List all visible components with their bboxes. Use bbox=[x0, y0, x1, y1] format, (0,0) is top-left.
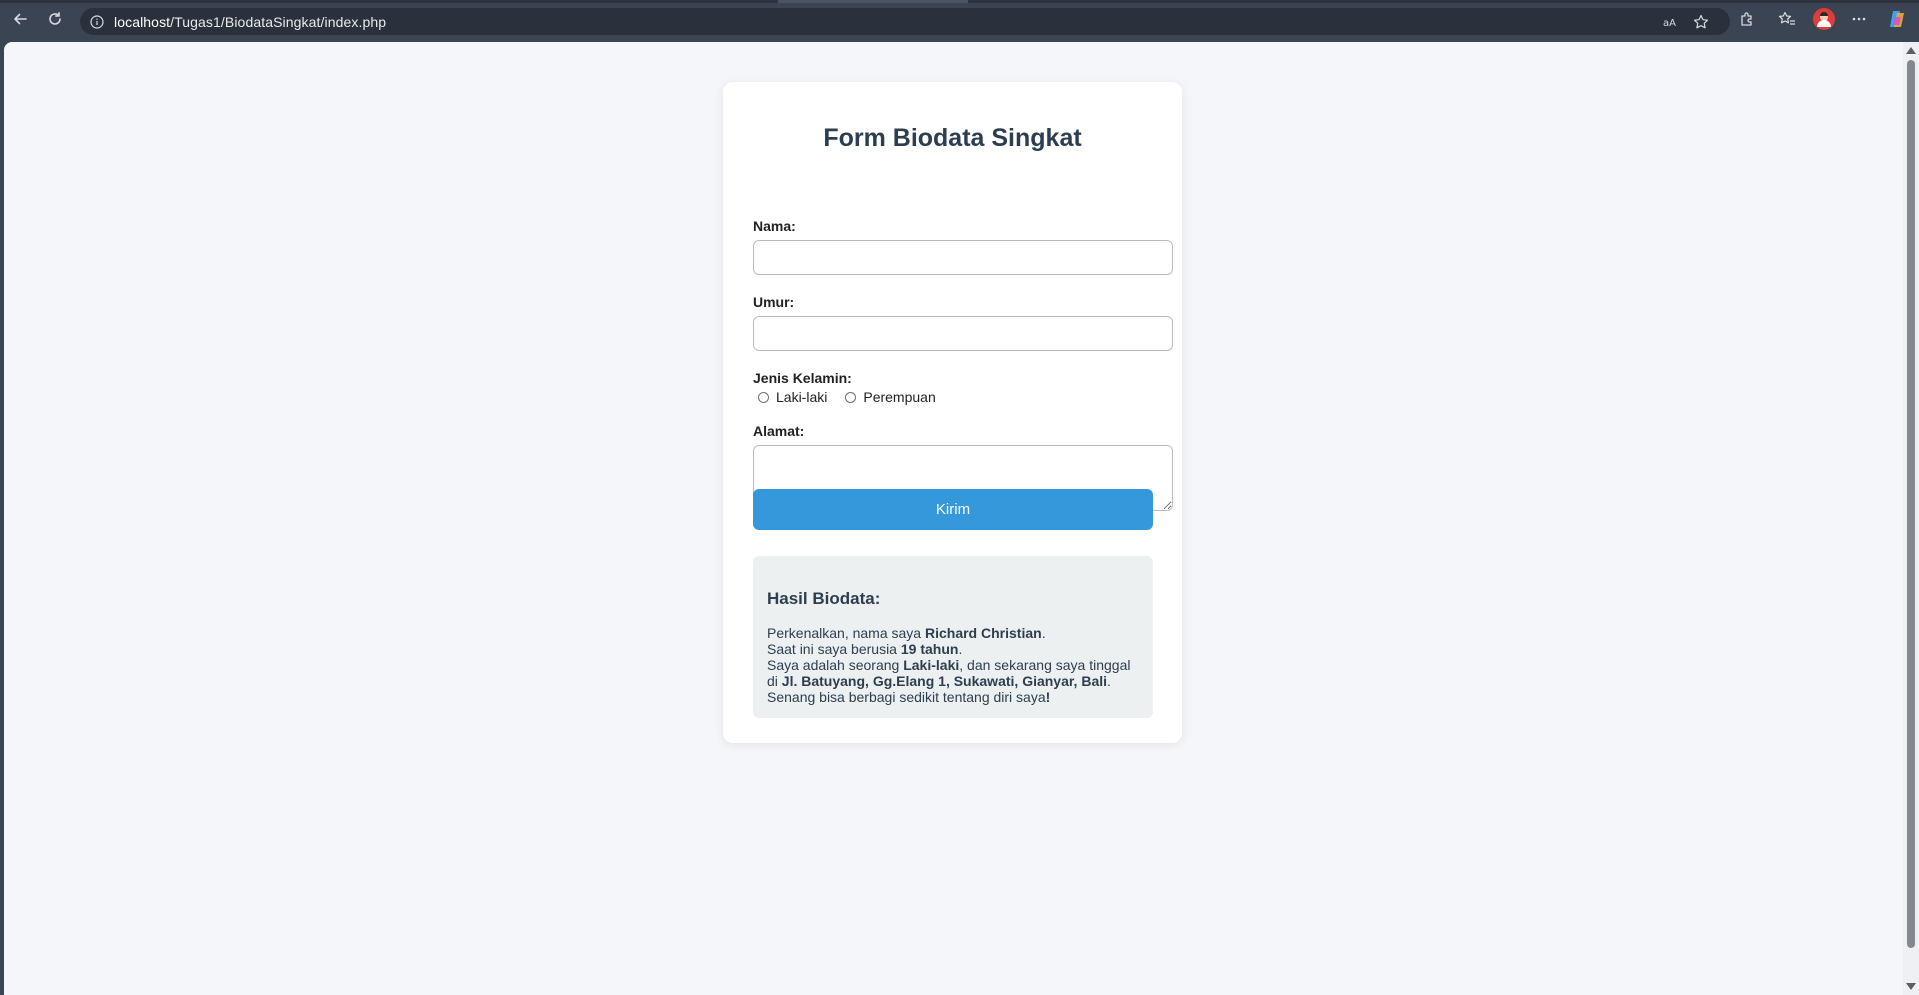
result-closing: Senang bisa berbagi sedikit tentang diri… bbox=[767, 689, 1046, 705]
radio-perempuan[interactable]: Perempuan bbox=[845, 389, 936, 405]
result-gender-prefix: Saya adalah seorang bbox=[767, 657, 904, 673]
result-box: Hasil Biodata: Perkenalkan, nama saya Ri… bbox=[753, 556, 1153, 718]
svg-text:aA: aA bbox=[1663, 18, 1676, 29]
browser-toolbar: localhost/Tugas1/BiodataSingkat/index.ph… bbox=[0, 0, 1919, 42]
result-period: . bbox=[1107, 673, 1111, 689]
kirim-button[interactable]: Kirim bbox=[753, 489, 1153, 530]
back-arrow-icon bbox=[12, 11, 28, 32]
scrollbar-thumb[interactable] bbox=[1907, 60, 1915, 948]
url-path: /Tugas1/BiodataSingkat/index.php bbox=[170, 14, 387, 30]
copilot-button[interactable] bbox=[1884, 8, 1910, 34]
radio-button[interactable] bbox=[758, 391, 769, 403]
profile-button[interactable] bbox=[1811, 7, 1837, 35]
nama-input[interactable] bbox=[753, 240, 1173, 275]
jenis-kelamin-label: Jenis Kelamin: bbox=[753, 370, 852, 386]
extensions-button[interactable] bbox=[1734, 8, 1760, 34]
copilot-icon bbox=[1887, 9, 1907, 34]
avatar bbox=[1813, 7, 1835, 35]
umur-label: Umur: bbox=[753, 294, 795, 310]
result-title: Hasil Biodata: bbox=[767, 589, 881, 608]
reload-icon bbox=[47, 11, 63, 32]
result-closing-mark: ! bbox=[1045, 689, 1051, 705]
scroll-up-arrow-icon[interactable] bbox=[1906, 47, 1916, 54]
url-text[interactable]: localhost/Tugas1/BiodataSingkat/index.ph… bbox=[114, 14, 386, 30]
result-address: Jl. Batuyang, Gg.Elang 1, Sukawati, Gian… bbox=[781, 673, 1108, 689]
form-card: Form Biodata Singkat Nama: Umur: Jenis K… bbox=[723, 82, 1182, 743]
umur-input[interactable] bbox=[753, 316, 1173, 351]
result-name: Richard Christian bbox=[924, 625, 1042, 641]
favorites-list-icon bbox=[1778, 11, 1796, 32]
form-title: Form Biodata Singkat bbox=[823, 124, 1082, 152]
alamat-label: Alamat: bbox=[753, 423, 805, 439]
scroll-down-arrow-icon[interactable] bbox=[1906, 983, 1916, 990]
result-period: . bbox=[1041, 625, 1046, 641]
url-host: localhost bbox=[114, 14, 171, 30]
page-viewport: Form Biodata Singkat Nama: Umur: Jenis K… bbox=[4, 42, 1903, 995]
back-button[interactable] bbox=[7, 8, 33, 34]
result-period: . bbox=[958, 641, 963, 657]
radio-button[interactable] bbox=[845, 391, 857, 403]
gender-radio-group: Laki-laki Perempuan bbox=[758, 389, 954, 405]
favorites-button[interactable] bbox=[1774, 8, 1800, 34]
result-age-prefix: Saat ini saya berusia bbox=[767, 641, 901, 657]
page-scrollbar[interactable] bbox=[1903, 42, 1919, 995]
ellipsis-icon bbox=[1851, 11, 1867, 32]
favorite-star-icon[interactable] bbox=[1692, 13, 1710, 31]
puzzle-icon bbox=[1739, 11, 1755, 32]
tab-strip bbox=[0, 0, 1919, 3]
address-bar[interactable]: localhost/Tugas1/BiodataSingkat/index.ph… bbox=[80, 8, 1730, 35]
result-age: 19 tahun bbox=[900, 641, 959, 657]
more-menu-button[interactable] bbox=[1846, 8, 1872, 34]
radio-laki-laki[interactable]: Laki-laki bbox=[758, 389, 827, 405]
result-intro: Perkenalkan, nama saya bbox=[767, 625, 925, 641]
site-info-icon[interactable] bbox=[88, 13, 105, 30]
nama-label: Nama: bbox=[753, 218, 796, 234]
radio-label-laki-laki: Laki-laki bbox=[776, 389, 828, 405]
result-text: Perkenalkan, nama saya Richard Christian… bbox=[767, 625, 1139, 705]
read-aloud-icon[interactable]: aA bbox=[1662, 13, 1680, 31]
radio-label-perempuan: Perempuan bbox=[863, 389, 936, 405]
result-gender: Laki-laki bbox=[903, 657, 960, 673]
reload-button[interactable] bbox=[42, 8, 68, 34]
